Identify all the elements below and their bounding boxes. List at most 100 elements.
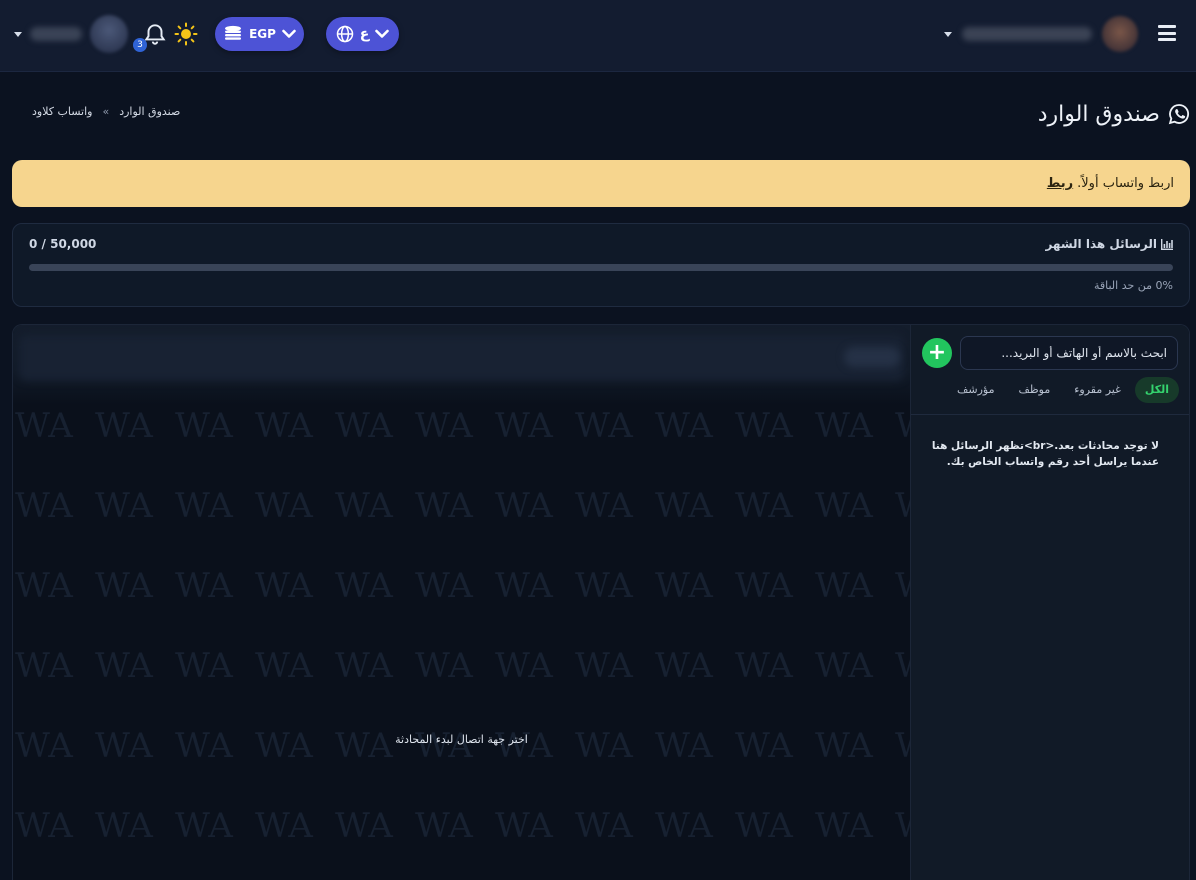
avatar[interactable] [90,15,128,53]
tab-unread[interactable]: غير مقروء [1064,377,1131,403]
alert-text: اربط واتساب أولاً. [1077,176,1174,191]
wa-pattern-text: WA [95,806,153,846]
wa-pattern-text: WA [815,566,873,606]
avatar[interactable] [1102,16,1138,52]
top-bar: 3 EGP ع [0,0,1196,72]
wa-pattern-text: WA [175,486,233,526]
account-name-blurred[interactable] [962,27,1092,41]
wa-pattern-text: WA [335,726,393,766]
wa-pattern-text: WA [735,646,793,686]
wa-pattern-text: WA [415,486,473,526]
wa-pattern-text: WA [575,726,633,766]
wa-pattern-text: WA [735,806,793,846]
wa-pattern-text: WA [15,406,73,446]
caret-down-icon[interactable] [944,31,952,37]
wa-pattern-text: WA [815,726,873,766]
wa-pattern-text: WA [895,646,910,686]
user-name-blurred[interactable] [30,27,82,41]
wa-pattern-text: WA [255,486,313,526]
wa-pattern-text: WA [335,406,393,446]
usage-title-text: الرسائل هذا الشهر [1045,237,1157,251]
wa-pattern-text: WA [15,806,73,846]
wa-pattern-text: WA [95,566,153,606]
wa-pattern-text: WA [895,406,910,446]
user-menu-left[interactable] [14,14,128,54]
caret-down-icon[interactable] [14,31,22,37]
wa-pattern-text: WA [175,566,233,606]
wa-pattern-text: WA [495,566,553,606]
search-input[interactable] [960,336,1178,370]
search-row: + [911,336,1189,370]
wa-pattern-text: WA [415,406,473,446]
globe-icon [336,25,353,43]
chevron-down-icon [282,29,296,38]
breadcrumb-item-home[interactable]: واتساب كلاود [32,105,92,118]
wa-pattern-text: WA [735,726,793,766]
connect-link[interactable]: ربط [1047,176,1073,191]
add-conversation-button[interactable]: + [922,338,952,368]
usage-title: الرسائل هذا الشهر [1045,237,1173,251]
sun-icon[interactable] [174,22,198,46]
wa-pattern-text: WA [495,806,553,846]
wa-pattern-text: WA [495,646,553,686]
wa-pattern-text: WA [175,406,233,446]
wa-pattern-text: WA [95,646,153,686]
contact-name-blurred [844,347,900,367]
wa-pattern-text: WA [95,486,153,526]
empty-list-text: لا توجد محادثات بعد.<br>تظهر الرسائل هنا… [931,440,1159,468]
wa-pattern-text: WA [575,806,633,846]
wa-pattern-text: WA [655,566,713,606]
wa-pattern-text: WA [895,486,910,526]
usage-count: 0 / 50,000 [29,237,97,251]
whatsapp-icon [1168,104,1190,125]
wa-pattern-text: WA [175,806,233,846]
wa-pattern-text: WA [655,806,713,846]
divider [911,414,1189,415]
chevron-down-icon [375,29,390,38]
wa-pattern-text: WA [575,486,633,526]
conversation-area: WA WA WA WA WA WA WA WA WA WA WA WA WA WA WA WA WA WA WA WA… [13,325,910,880]
breadcrumb: صندوق الوارد » واتساب كلاود [32,105,180,118]
wa-pattern-text: WA [735,566,793,606]
user-menu-right[interactable] [944,14,1138,54]
wa-pattern-text: WA [335,486,393,526]
language-selector[interactable]: ع [326,17,399,51]
tab-all[interactable]: الكل [1134,377,1179,403]
wa-pattern-text: WA [575,566,633,606]
page-title: صندوق الوارد [1038,98,1190,130]
tab-archived[interactable]: مؤرشف [947,377,1005,403]
wa-pattern-text: WA [255,566,313,606]
wa-pattern-text: WA [95,726,153,766]
wa-pattern-text: WA [815,486,873,526]
wa-pattern-text: WA [895,726,910,766]
breadcrumb-item-current: صندوق الوارد [119,105,181,118]
wa-pattern-text: WA [415,646,473,686]
wa-pattern-text: WA [255,726,313,766]
wa-pattern-text: WA [895,806,910,846]
wa-pattern-text: WA [815,806,873,846]
wa-pattern-text: WA [575,406,633,446]
wa-background-pattern: WA WA WA WA WA WA WA WA WA WA WA WA WA WA WA WA WA WA WA WA… [15,406,910,846]
wa-pattern-text: WA [495,406,553,446]
wa-pattern-text: WA [415,726,473,766]
wa-pattern-text: WA [175,726,233,766]
empty-conversation-text: اختر جهة اتصال لبدء المحادثة [395,733,528,746]
wa-pattern-text: WA [15,566,73,606]
wa-pattern-text: WA [495,726,553,766]
wa-pattern-text: WA [255,806,313,846]
currency-selector[interactable]: EGP [215,17,304,51]
wa-pattern-text: WA [15,486,73,526]
conversation-header [13,325,910,405]
currency-label: EGP [249,27,276,41]
wa-pattern-text: WA [335,646,393,686]
wa-pattern-text: WA [735,486,793,526]
wa-pattern-text: WA [255,406,313,446]
page-title-text: صندوق الوارد [1037,101,1160,127]
hamburger-icon[interactable] [1158,25,1176,41]
conversation-header-blurred [19,335,904,381]
usage-progress-bar [29,264,1173,271]
tab-agent[interactable]: موظف [1009,377,1061,403]
usage-card: الرسائل هذا الشهر 0 / 50,000 0% من حد ال… [12,223,1190,307]
wa-pattern-text: WA [815,646,873,686]
wa-pattern-text: WA [415,806,473,846]
